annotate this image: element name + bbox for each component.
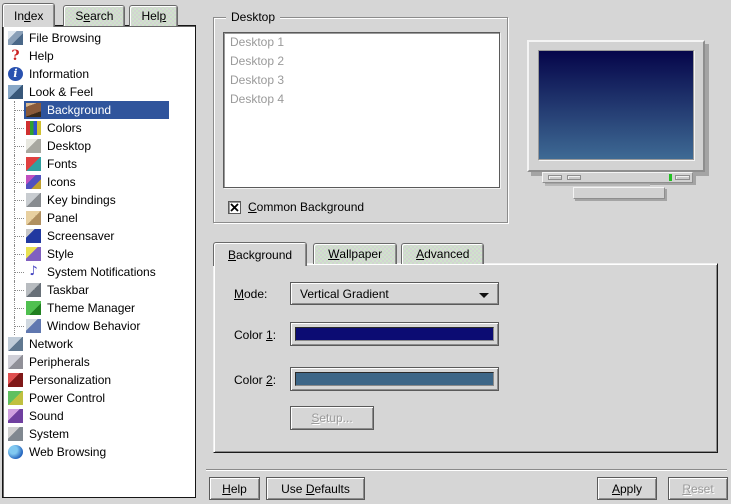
sidebar-item-power-control[interactable]: Power Control xyxy=(4,389,194,407)
checkbox-checkmark-icon[interactable] xyxy=(228,201,241,214)
mode-dropdown-value: Vertical Gradient xyxy=(300,287,389,301)
sidebar-item-help[interactable]: ? Help xyxy=(4,47,194,65)
monitor-controls xyxy=(542,172,693,183)
chevron-down-icon xyxy=(479,293,489,298)
sidebar-item-file-browsing[interactable]: File Browsing xyxy=(4,29,194,47)
file-browsing-icon xyxy=(8,31,23,45)
background-tab-panel: Mode: Vertical Gradient Color 1: Color 2… xyxy=(213,263,718,453)
tab-index[interactable]: Index xyxy=(2,3,55,27)
monitor-stand xyxy=(545,184,650,186)
sidebar-item-screensaver[interactable]: Screensaver xyxy=(4,227,194,245)
tab-search[interactable]: Search xyxy=(63,5,125,26)
monitor-power-button-icon xyxy=(675,175,690,180)
tab-help[interactable]: Help xyxy=(129,5,178,26)
color2-button[interactable] xyxy=(290,367,499,391)
desktop-icon xyxy=(26,139,41,153)
sidebar-item-icons[interactable]: Icons xyxy=(4,173,194,191)
sidebar-item-window-behavior[interactable]: Window Behavior xyxy=(4,317,194,335)
tab-wallpaper[interactable]: Wallpaper xyxy=(313,243,397,264)
common-background-checkbox[interactable]: Common Background xyxy=(228,200,364,214)
desktop-listbox[interactable]: Desktop 1 Desktop 2 Desktop 3 Desktop 4 xyxy=(223,32,500,188)
look-and-feel-icon xyxy=(8,85,23,99)
preview-screen xyxy=(538,50,694,160)
sidebar-item-fonts[interactable]: Fonts xyxy=(4,155,194,173)
checkbox-label: Common Background xyxy=(248,200,364,214)
colors-icon xyxy=(26,121,41,135)
window-behavior-icon xyxy=(26,319,41,333)
desktop-group-title: Desktop xyxy=(226,10,280,24)
sidebar-item-taskbar[interactable]: Taskbar xyxy=(4,281,194,299)
power-control-icon xyxy=(8,391,23,405)
settings-tabbar: Background Wallpaper Advanced xyxy=(213,240,484,264)
desktop-list-item-4[interactable]: Desktop 4 xyxy=(224,90,499,109)
sidebar-item-colors[interactable]: Colors xyxy=(4,119,194,137)
color1-swatch xyxy=(295,327,494,341)
desktop-list-item-1[interactable]: Desktop 1 xyxy=(224,33,499,52)
help-button[interactable]: Help xyxy=(209,477,260,500)
sidebar-tree: File Browsing ? Help i Information Look … xyxy=(4,29,194,461)
personalization-icon xyxy=(8,373,23,387)
web-browsing-icon xyxy=(8,445,23,459)
sidebar: File Browsing ? Help i Information Look … xyxy=(2,25,196,498)
theme-manager-icon xyxy=(26,301,41,315)
help-icon: ? xyxy=(8,49,23,63)
panel-icon xyxy=(26,211,41,225)
color2-label: Color 2: xyxy=(234,373,276,387)
sidebar-item-panel[interactable]: Panel xyxy=(4,209,194,227)
footer-separator xyxy=(206,469,727,470)
mode-label: Mode: xyxy=(234,287,267,301)
sound-icon xyxy=(8,409,23,423)
desktop-list-item-3[interactable]: Desktop 3 xyxy=(224,71,499,90)
system-icon xyxy=(8,427,23,441)
desktop-list-item-2[interactable]: Desktop 2 xyxy=(224,52,499,71)
tab-background[interactable]: Background xyxy=(213,242,307,266)
taskbar-icon xyxy=(26,283,41,297)
monitor-preview xyxy=(527,40,705,172)
sidebar-item-information[interactable]: i Information xyxy=(4,65,194,83)
monitor-base xyxy=(573,187,665,199)
mode-dropdown[interactable]: Vertical Gradient xyxy=(290,282,499,305)
use-defaults-button[interactable]: Use Defaults xyxy=(266,477,365,500)
background-icon xyxy=(26,103,41,117)
sidebar-item-sound[interactable]: Sound xyxy=(4,407,194,425)
sidebar-item-web-browsing[interactable]: Web Browsing xyxy=(4,443,194,461)
sidebar-item-style[interactable]: Style xyxy=(4,245,194,263)
sidebar-item-look-and-feel[interactable]: Look & Feel xyxy=(4,83,194,101)
monitor-button-icon xyxy=(567,175,581,180)
information-icon: i xyxy=(8,67,23,81)
sidebar-item-personalization[interactable]: Personalization xyxy=(4,371,194,389)
sidebar-item-network[interactable]: Network xyxy=(4,335,194,353)
style-icon xyxy=(26,247,41,261)
apply-button[interactable]: Apply xyxy=(597,477,657,500)
reset-button[interactable]: Reset xyxy=(668,477,728,500)
fonts-icon xyxy=(26,157,41,171)
tab-advanced[interactable]: Advanced xyxy=(401,243,484,264)
sidebar-item-key-bindings[interactable]: Key bindings xyxy=(4,191,194,209)
color1-label: Color 1: xyxy=(234,328,276,342)
sidebar-tabbar: Index Search Help xyxy=(2,2,196,26)
key-bindings-icon xyxy=(26,193,41,207)
network-icon xyxy=(8,337,23,351)
setup-button[interactable]: Setup... xyxy=(290,406,374,430)
sidebar-item-background[interactable]: Background xyxy=(4,101,194,119)
desktop-groupbox: Desktop Desktop 1 Desktop 2 Desktop 3 De… xyxy=(213,17,508,223)
sidebar-item-desktop[interactable]: Desktop xyxy=(4,137,194,155)
kde-control-center-window: { "colors": { "window_bg": "#d6d6d6", "s… xyxy=(0,0,731,504)
screensaver-icon xyxy=(26,229,41,243)
sidebar-item-system[interactable]: System xyxy=(4,425,194,443)
sidebar-item-theme-manager[interactable]: Theme Manager xyxy=(4,299,194,317)
color2-swatch xyxy=(295,372,494,386)
sidebar-item-peripherals[interactable]: Peripherals xyxy=(4,353,194,371)
power-led-icon xyxy=(669,174,672,181)
color1-button[interactable] xyxy=(290,322,499,346)
peripherals-icon xyxy=(8,355,23,369)
sidebar-item-system-notifications[interactable]: ♪ System Notifications xyxy=(4,263,194,281)
monitor-button-icon xyxy=(548,175,562,180)
system-notifications-icon: ♪ xyxy=(26,265,41,279)
icons-icon xyxy=(26,175,41,189)
